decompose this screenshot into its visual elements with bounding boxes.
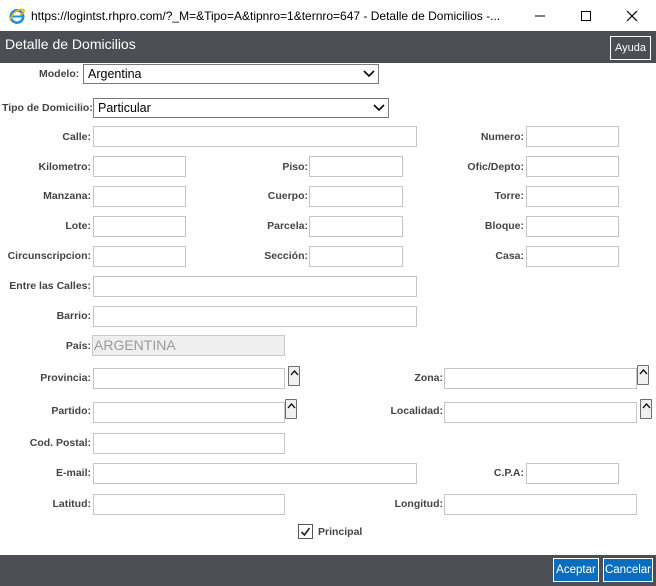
help-button[interactable]: Ayuda [610,36,651,60]
minimize-icon [535,15,545,16]
partido-input[interactable] [93,402,285,423]
chevron-up-icon [287,403,296,409]
window-title: https://logintst.rhpro.com/?_M=&Tipo=A&t… [31,9,501,23]
tipo-domicilio-select[interactable]: Particular [93,98,389,118]
lote-input[interactable] [93,216,186,237]
casa-input[interactable] [526,246,619,267]
tipo-domicilio-value: Particular [98,101,151,115]
calle-label: Calle: [62,131,91,143]
latitud-input[interactable] [93,494,285,515]
cpa-input[interactable] [526,463,619,484]
chevron-down-icon [373,104,385,112]
kilometro-label: Kilometro: [38,161,92,173]
dialog-header: Detalle de Domicilios [0,31,656,63]
zona-input[interactable] [444,368,637,389]
chevron-up-icon [639,369,648,375]
barrio-label: Barrio: [56,310,91,322]
accept-button[interactable]: Aceptar [553,558,599,582]
seccion-input[interactable] [309,246,403,267]
modelo-label: Modelo: [39,68,80,80]
torre-label: Torre: [494,190,524,202]
seccion-label: Sección: [264,250,308,262]
torre-input[interactable] [526,186,619,207]
provincia-label: Provincia: [40,372,91,384]
chevron-up-icon [642,403,651,409]
window-titlebar: https://logintst.rhpro.com/?_M=&Tipo=A&t… [0,0,656,31]
parcela-input[interactable] [309,216,403,237]
close-icon [626,10,638,21]
localidad-input[interactable] [444,402,637,423]
parcela-label: Parcela: [267,220,308,232]
cod-postal-input[interactable] [93,433,285,454]
piso-input[interactable] [309,156,403,177]
provincia-input[interactable] [93,368,285,389]
lote-label: Lote: [65,220,91,232]
ofic-depto-label: Ofic/Depto: [467,161,524,173]
piso-label: Piso: [282,161,308,173]
bloque-label: Bloque: [484,220,524,232]
maximize-button[interactable] [563,0,609,31]
principal-label: Principal [318,526,363,538]
circunscripcion-label: Circunscripcion: [7,250,91,262]
bloque-input[interactable] [526,216,619,237]
barrio-input[interactable] [93,306,417,327]
maximize-icon [581,10,591,21]
email-input[interactable] [93,463,417,484]
chevron-down-icon [363,70,375,78]
zona-lookup-button[interactable] [637,365,649,385]
close-button[interactable] [609,0,655,31]
modelo-select[interactable]: Argentina [83,64,379,84]
email-label: E-mail: [55,467,91,479]
pais-label: País: [65,340,91,352]
internet-explorer-icon [8,7,26,25]
provincia-lookup-button[interactable] [288,366,300,386]
modelo-value: Argentina [88,67,142,81]
ofic-depto-input[interactable] [526,156,619,177]
cuerpo-input[interactable] [309,186,403,207]
checkmark-icon [300,527,311,537]
circunscripcion-input[interactable] [93,246,186,267]
numero-label: Numero: [480,131,524,143]
longitud-input[interactable] [444,494,637,515]
pais-input: ARGENTINA [92,335,285,356]
entre-calles-input[interactable] [93,276,417,297]
partido-label: Partido: [51,405,91,417]
cpa-label: C.P.A: [493,467,524,479]
cancel-button[interactable]: Cancelar [603,558,653,582]
minimize-button[interactable] [517,0,563,31]
calle-input[interactable] [93,126,417,147]
manzana-input[interactable] [93,186,186,207]
principal-checkbox[interactable] [298,524,313,539]
kilometro-input[interactable] [93,156,186,177]
zona-label: Zona: [414,372,443,384]
localidad-lookup-button[interactable] [640,399,652,419]
tipo-domicilio-label: Tipo de Domicilio: [2,102,93,114]
cod-postal-label: Cod. Postal: [29,437,91,449]
entre-calles-label: Entre las Calles: [9,280,91,292]
manzana-label: Manzana: [43,190,91,202]
cuerpo-label: Cuerpo: [267,190,308,202]
localidad-label: Localidad: [390,405,443,417]
partido-lookup-button[interactable] [285,399,297,419]
latitud-label: Latitud: [52,498,92,510]
dialog-title: Detalle de Domicilios [5,36,136,52]
longitud-label: Longitud: [394,498,443,510]
chevron-up-icon [290,370,299,376]
numero-input[interactable] [526,126,619,147]
casa-label: Casa: [495,250,524,262]
